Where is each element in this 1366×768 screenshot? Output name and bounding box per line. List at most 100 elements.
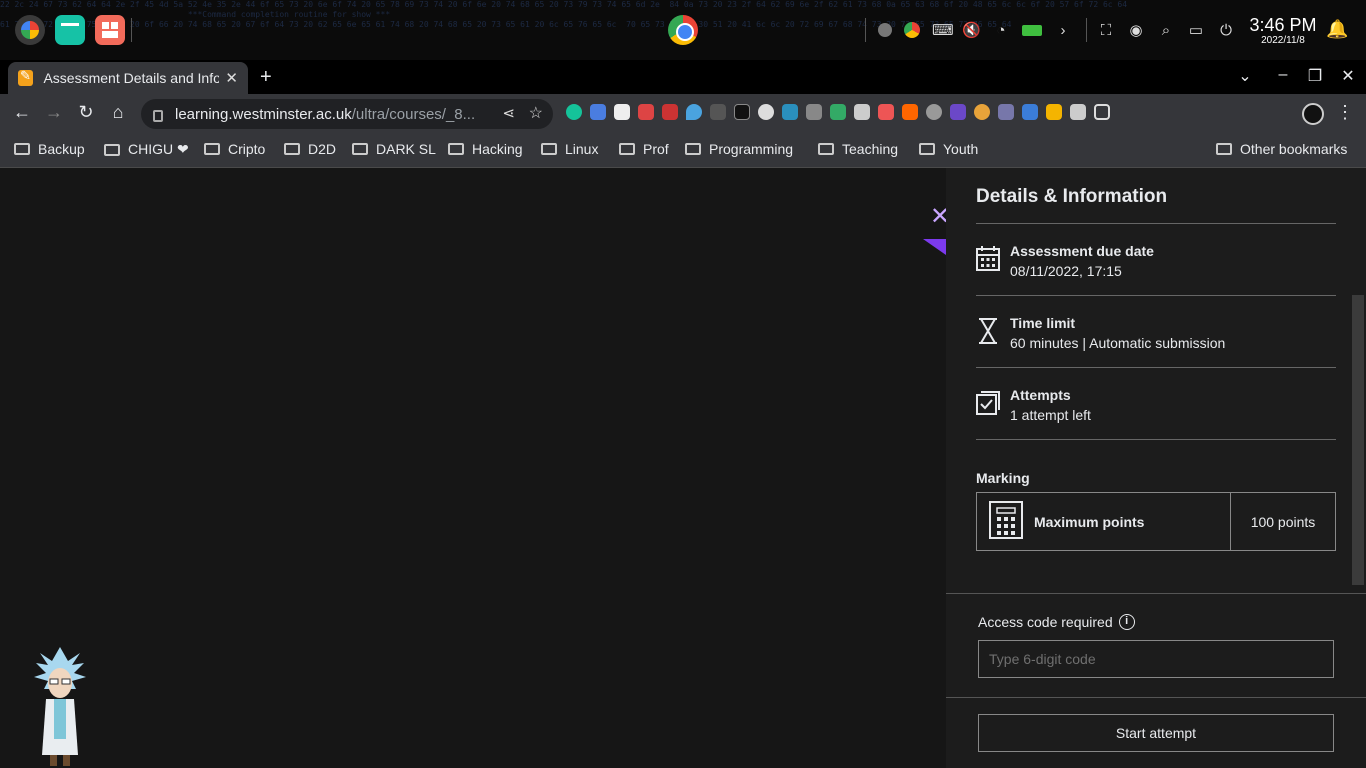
time-limit-value: 60 minutes | Automatic submission	[1010, 335, 1226, 351]
clock[interactable]: 3:46 PM 2022/11/8	[1248, 15, 1318, 47]
search-icon[interactable]: ⌕	[1157, 22, 1175, 39]
start-attempt-button[interactable]: Start attempt	[978, 714, 1334, 752]
extension-icon[interactable]	[710, 104, 726, 120]
extension-icon[interactable]	[926, 104, 942, 120]
folder-icon	[919, 143, 935, 155]
bookmarks-bar: Backup CHIGU ❤ Cripto D2D DARK SL Hackin…	[0, 134, 1366, 168]
divider	[976, 367, 1336, 368]
extension-icon[interactable]	[734, 104, 750, 120]
minimize-icon[interactable]: –	[1271, 66, 1295, 84]
access-code-label: Access code required i	[978, 614, 1135, 630]
activity-monitor-icon[interactable]: ◉	[1127, 21, 1145, 39]
chrome-taskbar-icon[interactable]	[668, 15, 698, 45]
url-path: /ultra/courses/_8...	[351, 105, 476, 123]
max-points-value: 100 points	[1250, 514, 1316, 530]
chevron-right-icon[interactable]: ›	[1054, 22, 1072, 39]
new-tab-icon[interactable]: +	[260, 66, 272, 89]
home-icon[interactable]: ⌂	[106, 102, 130, 123]
bookmark-folder[interactable]: DARK SL	[352, 141, 436, 157]
terminal-app-icon[interactable]	[55, 15, 85, 45]
bookmark-folder[interactable]: Prof	[619, 141, 669, 157]
bookmark-folder[interactable]: Backup	[14, 141, 85, 157]
notification-bell-icon[interactable]: 🔔	[1326, 19, 1348, 40]
power-icon[interactable]: ⏻	[1217, 22, 1235, 39]
share-icon[interactable]: ⋖	[502, 104, 515, 122]
bookmark-folder[interactable]: Hacking	[448, 141, 523, 157]
mail-tray-icon[interactable]	[878, 23, 892, 37]
close-tab-icon[interactable]: ✕	[225, 69, 238, 87]
extension-icon[interactable]	[878, 104, 894, 120]
extension-icon[interactable]	[854, 104, 870, 120]
screenshot-icon[interactable]: ⛶	[1097, 22, 1115, 39]
system-actions: ⛶ ◉ ⌕ ▭ ⏻	[1097, 20, 1235, 40]
volume-muted-icon[interactable]: 🔇	[962, 21, 981, 39]
back-icon[interactable]: ←	[10, 102, 34, 123]
extension-icon[interactable]	[614, 104, 630, 120]
tray-divider	[1086, 18, 1087, 42]
grammarly-extension-icon[interactable]	[566, 104, 582, 120]
browser-tab[interactable]: Assessment Details and Information ✕	[8, 62, 248, 94]
due-date-value: 08/11/2022, 17:15	[1010, 263, 1122, 279]
files-app-icon[interactable]	[95, 15, 125, 45]
folder-icon	[352, 143, 368, 155]
bookmark-folder[interactable]: CHIGU ❤	[104, 141, 189, 158]
extension-icon[interactable]	[974, 104, 990, 120]
location-pin-extension-icon[interactable]	[686, 104, 702, 120]
extension-icon[interactable]	[1046, 104, 1062, 120]
access-code-input[interactable]	[978, 640, 1334, 678]
battery-charging-icon[interactable]	[1022, 24, 1042, 36]
chrome-tray-icon[interactable]	[904, 22, 920, 38]
bookmark-folder[interactable]: Programming	[685, 141, 793, 157]
max-points-label: Maximum points	[1034, 514, 1145, 530]
side-panel-icon[interactable]	[1094, 104, 1110, 120]
bookmark-folder[interactable]: D2D	[284, 141, 336, 157]
folder-icon	[14, 143, 30, 155]
folder-icon	[619, 143, 635, 155]
extension-icon[interactable]	[1022, 104, 1038, 120]
bookmark-folder[interactable]: Youth	[919, 141, 978, 157]
extension-icon[interactable]	[830, 104, 846, 120]
panel-title: Details & Information	[976, 186, 1168, 207]
lock-icon[interactable]	[153, 110, 163, 122]
extension-icon[interactable]	[998, 104, 1014, 120]
os-top-bar: 22 2c 24 67 73 62 64 64 2e 2f 45 4d 5a 5…	[0, 0, 1366, 60]
keyboard-layout-icon[interactable]: ▭	[1187, 21, 1205, 39]
extension-icon[interactable]	[638, 104, 654, 120]
bookmark-folder[interactable]: Cripto	[204, 141, 265, 157]
extension-icon[interactable]	[806, 104, 822, 120]
panel-corner-accent	[923, 239, 946, 255]
address-bar[interactable]: learning.westminster.ac.uk /ultra/course…	[141, 99, 553, 129]
extension-icon[interactable]	[782, 104, 798, 120]
profile-avatar[interactable]	[1302, 103, 1324, 125]
extension-icon[interactable]	[902, 104, 918, 120]
other-bookmarks-folder[interactable]: Other bookmarks	[1216, 141, 1347, 157]
app-launcher-icon[interactable]	[15, 15, 45, 45]
wifi-icon[interactable]: ◔	[992, 22, 1010, 39]
reload-icon[interactable]: ↻	[74, 102, 98, 123]
close-window-icon[interactable]: ✕	[1336, 66, 1360, 86]
extension-icon[interactable]	[662, 104, 678, 120]
keyboard-icon[interactable]: ⌨	[932, 21, 954, 39]
folder-icon	[284, 143, 300, 155]
folder-icon	[1216, 143, 1232, 155]
tab-title: Assessment Details and Information	[43, 70, 220, 86]
translate-extension-icon[interactable]	[590, 104, 606, 120]
more-menu-icon[interactable]: ⋮	[1336, 102, 1354, 123]
restore-icon[interactable]: ❐	[1303, 66, 1327, 86]
bookmark-folder[interactable]: Linux	[541, 141, 598, 157]
bookmark-folder[interactable]: Teaching	[818, 141, 898, 157]
forward-icon[interactable]: →	[42, 102, 66, 123]
bookmark-star-icon[interactable]: ☆	[529, 103, 543, 123]
panel-scrollbar[interactable]	[1352, 295, 1364, 585]
divider	[976, 223, 1336, 224]
folder-icon	[104, 143, 120, 156]
marking-box: Maximum points 100 points	[976, 492, 1336, 551]
folder-icon	[685, 143, 701, 155]
info-icon[interactable]: i	[1118, 614, 1135, 630]
extension-icon[interactable]	[758, 104, 774, 120]
extension-icon[interactable]	[950, 104, 966, 120]
tab-search-chevron-icon[interactable]: ⌄	[1233, 66, 1257, 86]
puzzle-extensions-icon[interactable]	[1070, 104, 1086, 120]
divider	[976, 295, 1336, 296]
calculator-icon	[989, 501, 1023, 539]
